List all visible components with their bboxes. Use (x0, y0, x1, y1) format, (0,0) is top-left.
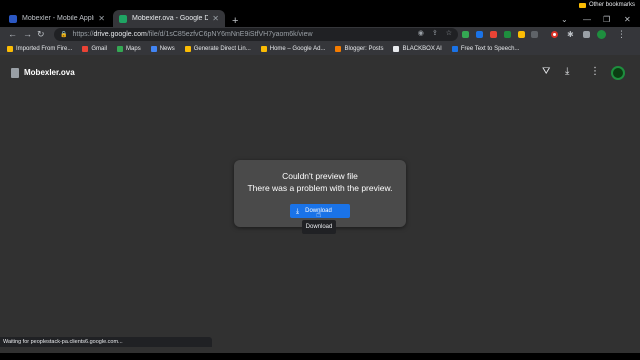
eye-icon[interactable]: ◉ (418, 29, 424, 37)
reload-button[interactable]: ↻ (37, 28, 45, 41)
download-icon: ⤓ (296, 207, 300, 215)
bookmark-favicon-icon (260, 45, 267, 52)
tab-mobexler[interactable]: Mobexler - Mobile Application P ✕ (3, 10, 111, 27)
bookmark-item[interactable]: Generate Direct Lin... (184, 45, 251, 52)
extension-icon[interactable] (490, 31, 497, 38)
download-icon[interactable]: ⤓ (565, 66, 569, 78)
address-bar[interactable]: 🔒 https://drive.google.com/file/d/1sC85e… (54, 28, 458, 41)
close-icon[interactable]: ✕ (212, 14, 219, 23)
side-panel-icon[interactable] (583, 31, 590, 38)
window-close-button[interactable]: ✕ (624, 15, 631, 24)
bookmark-favicon-icon (7, 45, 13, 52)
omnibox-actions: ◉ ⇪ ☆ (418, 29, 452, 37)
hand-cursor-icon: ☝ (316, 209, 322, 219)
bookmark-favicon-icon (117, 45, 124, 52)
bookmark-item[interactable]: Gmail (82, 45, 108, 52)
bookmark-item[interactable]: Blogger: Posts (335, 45, 384, 52)
other-bookmarks[interactable]: Other bookmarks (578, 2, 635, 8)
extensions-puzzle-icon[interactable]: ✱ (567, 28, 574, 41)
extension-icon[interactable] (462, 31, 469, 38)
error-title: Couldn't preview file (282, 171, 358, 181)
bookmark-label: Imported From Fire... (16, 45, 73, 52)
forward-button[interactable]: → (23, 28, 32, 41)
tab-title: Mobexler.ova - Google Drive (132, 15, 209, 22)
share-icon[interactable]: ⇪ (432, 29, 438, 37)
bookmark-favicon-icon (393, 45, 400, 52)
lock-icon[interactable]: 🔒 (60, 31, 67, 38)
chevron-down-icon[interactable]: ⌄ (561, 15, 568, 24)
file-name: Mobexler.ova (24, 68, 75, 77)
taskbar (0, 353, 640, 360)
bookmark-label: Free Text to Speech... (460, 45, 520, 52)
bookmark-favicon-icon (150, 45, 157, 52)
bookmark-label: Home – Google Ad... (269, 45, 326, 52)
other-bookmarks-label: Other bookmarks (588, 2, 635, 8)
bookmark-label: Gmail (91, 45, 108, 52)
url-text: https://drive.google.com/file/d/1sC85ezf… (72, 31, 313, 38)
minimize-button[interactable]: — (583, 15, 591, 24)
add-to-drive-icon[interactable]: ⛛ (542, 66, 550, 78)
error-detail: There was a problem with the preview. (247, 183, 393, 193)
tab-google-drive[interactable]: Mobexler.ova - Google Drive ✕ (113, 10, 225, 27)
tab-strip: Mobexler - Mobile Application P ✕ Mobexl… (0, 7, 640, 27)
browser-toolbar: ← → ↻ 🔒 https://drive.google.com/file/d/… (0, 27, 640, 42)
account-avatar[interactable] (611, 66, 625, 80)
bookmark-item[interactable]: Maps (117, 45, 141, 52)
extension-icon[interactable] (531, 31, 538, 38)
folder-icon (578, 2, 586, 8)
bookmarks-bar: Imported From Fire... Gmail Maps News Genera… (0, 42, 640, 55)
star-icon[interactable]: ☆ (446, 29, 452, 37)
drive-file-viewer: Mobexler.ova ⛛ ⤓ ⋮ Couldn't preview file… (0, 55, 640, 353)
download-tooltip: Download (302, 220, 336, 234)
extension-icon[interactable] (504, 31, 511, 38)
bookmark-favicon-icon (82, 45, 89, 52)
extension-icon[interactable] (551, 31, 558, 38)
viewer-header: Mobexler.ova ⛛ ⤓ ⋮ (0, 55, 640, 91)
bookmark-item[interactable]: News (150, 45, 175, 52)
bookmark-label: Maps (126, 45, 141, 52)
bookmark-label: BLACKBOX AI (402, 45, 442, 52)
extension-icon[interactable] (476, 31, 483, 38)
bookmark-label: Generate Direct Lin... (193, 45, 251, 52)
back-button[interactable]: ← (8, 28, 17, 41)
status-bubble: Waiting for peoplestack-pa.clients6.goog… (0, 337, 212, 347)
bookmark-favicon-icon (335, 45, 342, 52)
close-icon[interactable]: ✕ (98, 14, 105, 23)
bookmark-item[interactable]: Free Text to Speech... (451, 45, 520, 52)
maximize-button[interactable]: ❐ (603, 15, 610, 24)
bookmark-item[interactable]: Home – Google Ad... (260, 45, 326, 52)
extension-icon[interactable] (518, 31, 525, 38)
bookmark-item[interactable]: BLACKBOX AI (393, 45, 442, 52)
bookmark-item[interactable]: Imported From Fire... (7, 45, 73, 52)
url-host: drive.google.com (93, 31, 147, 38)
profile-avatar[interactable] (597, 30, 606, 39)
browser-window: Mobexler - Mobile Application P ✕ Mobexl… (0, 0, 640, 360)
tab-favicon (9, 14, 17, 23)
bookmark-label: Blogger: Posts (344, 45, 384, 52)
bookmark-label: News (159, 45, 175, 52)
more-options-icon[interactable]: ⋮ (590, 66, 600, 78)
bookmark-favicon-icon (451, 45, 458, 52)
menu-icon[interactable]: ⋮ (617, 28, 626, 41)
drive-icon (119, 14, 127, 23)
file-icon (11, 68, 19, 78)
url-path: /file/d/1sC85ezfvC6pNY6mNnE9iStfVH7yaom6… (146, 31, 313, 38)
bookmark-favicon-icon (184, 45, 191, 52)
new-tab-button[interactable]: + (232, 16, 238, 27)
tab-title: Mobexler - Mobile Application P (22, 15, 95, 22)
